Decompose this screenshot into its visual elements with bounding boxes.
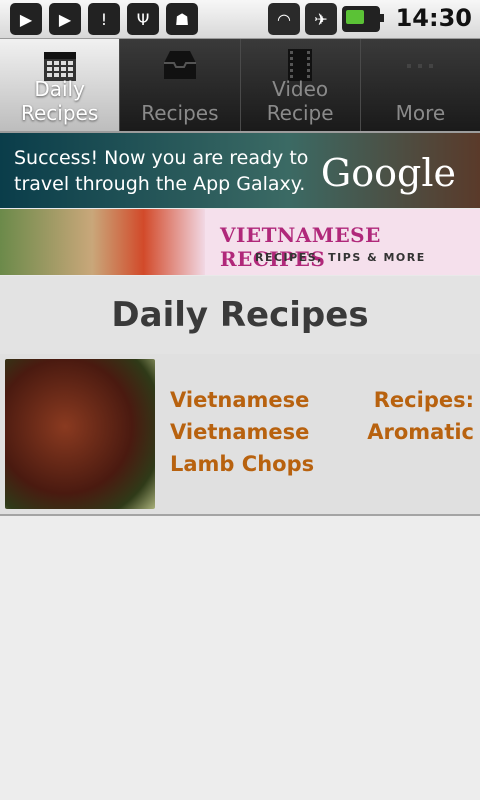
play-store-icon: ▶ (49, 3, 81, 35)
page-title: Daily Recipes (0, 276, 480, 354)
ad-message: Success! Now you are ready to travel thr… (14, 145, 308, 197)
notification-icons: ▶ ▶ ! Ψ ☗ (10, 3, 198, 35)
usb-icon: Ψ (127, 3, 159, 35)
ad-message-line: travel through the App Galaxy. (14, 173, 306, 195)
wifi-icon: ◠ (268, 3, 300, 35)
tab-label: Video Recipe (266, 77, 334, 125)
tab-label: More (395, 101, 446, 125)
google-logo: Google (320, 151, 456, 195)
tab-more[interactable]: More (360, 39, 480, 131)
battery-icon (342, 6, 384, 32)
vietnamese-recipes-banner: VIETNAMESE RECIPES RECIPES, TIPS & MORE (0, 209, 480, 275)
list-item[interactable]: Vietnamese Recipes: Vietnamese Aromatic … (0, 354, 480, 516)
banner-food-image (0, 209, 205, 275)
tab-label: Recipes (141, 101, 219, 125)
tab-label: Daily Recipes (20, 77, 99, 125)
tab-video-recipe[interactable]: Video Recipe (240, 39, 361, 131)
system-icons: ◠ ✈ (268, 3, 384, 35)
inbox-icon (163, 51, 196, 79)
empty-area (0, 516, 480, 800)
recipe-thumbnail (5, 359, 155, 509)
android-debug-icon: ☗ (166, 3, 198, 35)
tab-recipes[interactable]: Recipes (120, 39, 241, 131)
tab-daily-recipes[interactable]: Daily Recipes (0, 39, 121, 131)
banner-subtitle: RECIPES, TIPS & MORE (255, 251, 426, 264)
clock: 14:30 (395, 4, 472, 32)
tab-bar: Daily Recipes Recipes Video Recipe More (0, 39, 480, 133)
ad-message-line: Success! Now you are ready to (14, 147, 309, 169)
status-bar: ▶ ▶ ! Ψ ☗ ◠ ✈ 14:30 (0, 0, 480, 39)
play-store-icon: ▶ (10, 3, 42, 35)
more-dots-icon (407, 64, 434, 68)
recipe-title: Vietnamese Recipes: Vietnamese Aromatic … (170, 388, 474, 476)
airplane-icon: ✈ (305, 3, 337, 35)
sd-card-icon: ! (88, 3, 120, 35)
ad-banner[interactable]: Success! Now you are ready to travel thr… (0, 133, 480, 208)
